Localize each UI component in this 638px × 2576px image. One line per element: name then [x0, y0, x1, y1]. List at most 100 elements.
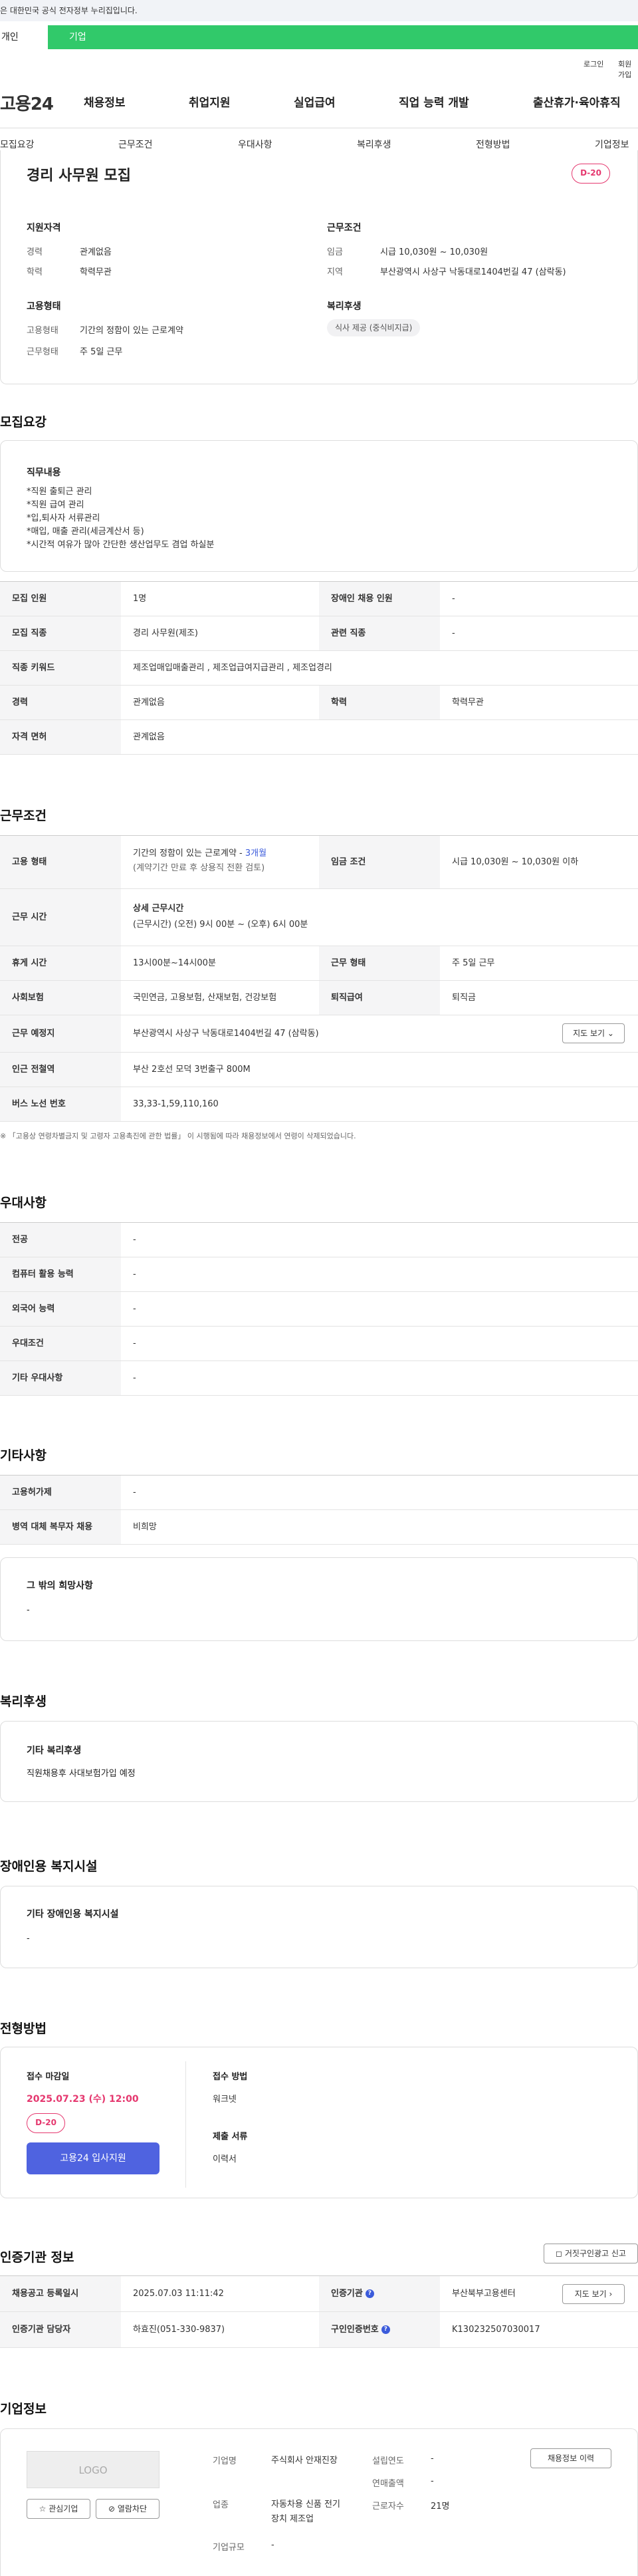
employee-value: 21명: [431, 2502, 450, 2512]
row-value: 13시00분~14시00분: [133, 958, 216, 968]
cert-number-label: 구인인증번호: [331, 2325, 379, 2335]
tab-work[interactable]: 근무조건: [118, 138, 153, 151]
map-button-label: 지도 보기: [574, 2289, 607, 2299]
recruit-section-title: 모집요강: [0, 415, 47, 430]
tab-company[interactable]: 기업: [69, 25, 86, 49]
method-value: 워크넷: [213, 2095, 237, 2105]
qual-title: 지원자격: [27, 223, 61, 233]
cert-agency-label: 인증기관: [331, 2289, 363, 2299]
emptype-value: 기간의 정함이 있는 근로계약: [80, 326, 183, 336]
table-row: 고용 형태 기간의 정함이 있는 근로계약 - 3개월 (계약기간 만료 후 상용…: [0, 836, 638, 889]
row-value: 상세 근무시간 (근무시간) (오전) 9시 00분 ~ (오후) 6시 00분: [121, 901, 308, 933]
worktype-value: 주 5일 근무: [80, 347, 123, 357]
region-label: 지역: [327, 267, 343, 277]
row-value: -: [133, 1339, 136, 1349]
edu-label: 학력: [27, 267, 43, 277]
gnb-item[interactable]: 실업급여: [294, 93, 336, 110]
row-header: 사회보험: [0, 981, 121, 1015]
row-value: -: [133, 1235, 136, 1245]
company-size-label: 기업규모: [213, 2543, 245, 2553]
table-row: 근무 시간 상세 근무시간 (근무시간) (오전) 9시 00분 ~ (오후) 6…: [0, 889, 638, 946]
info-icon[interactable]: ?: [381, 2325, 390, 2334]
company-section-title: 기업정보: [0, 2402, 47, 2416]
deadline-label: 접수 마감일: [27, 2072, 70, 2082]
screen-card: [0, 2047, 638, 2198]
row-value: 국민연금, 고용보험, 산재보험, 건강보험: [133, 993, 277, 1003]
row-value: -: [452, 628, 455, 638]
report-button-label: 거짓구인광고 신고: [564, 2249, 626, 2258]
gnb-item[interactable]: 직업 능력 개발: [399, 93, 469, 110]
wage-value: 시급 10,030원 ~ 10,030원: [380, 247, 488, 257]
age-notice-text: 「고용상 연령차별금지 및 고령자 고용촉진에 관한 법률」 이 시행됨에 따라…: [8, 1132, 356, 1140]
disab-card: [0, 1886, 638, 1968]
welfare-card: [0, 1721, 638, 1802]
tab-personal[interactable]: 개인: [0, 25, 48, 49]
row-value: 경리 사무원(제조): [133, 628, 198, 638]
apply-button[interactable]: 고용24 입사지원: [27, 2142, 160, 2174]
tab-pref[interactable]: 우대사항: [238, 138, 272, 151]
tab-screen[interactable]: 전형방법: [476, 138, 510, 151]
company-biz-label: 업종: [213, 2500, 229, 2510]
top-nav: 개인 기업: [0, 25, 638, 49]
time-subtitle: 상세 근무시간: [133, 904, 184, 914]
chevron-down-icon: ⌄: [607, 1029, 614, 1038]
report-button[interactable]: ◻ 거짓구인광고 신고: [544, 2244, 638, 2263]
info-icon[interactable]: ?: [365, 2289, 374, 2298]
login-link[interactable]: 로그인: [584, 59, 603, 69]
row-value: 주 5일 근무: [452, 958, 495, 968]
tab-recruit[interactable]: 모집요강: [0, 138, 35, 151]
history-button[interactable]: 채용정보 이력: [530, 2448, 611, 2468]
duty-content: *직원 출퇴근 관리 *직원 급여 관리 *입,퇴사자 서류관리 *매입, 매출…: [27, 485, 214, 552]
est-value: -: [431, 2454, 434, 2464]
duty-line: *매입, 매출 관리(세금계산서 등): [27, 527, 144, 537]
row-header: 경력: [0, 686, 121, 719]
site-logo[interactable]: 고용24: [0, 90, 54, 115]
duty-line: *입,퇴사자 서류관리: [27, 513, 100, 523]
pref-section-title: 우대사항: [0, 1196, 47, 1210]
cert-section-title: 인증기관 정보: [0, 2250, 74, 2265]
welfare-tag: 식사 제공 (중식비지급): [327, 319, 421, 336]
gnb-item[interactable]: 출산휴가·육아휴직: [533, 93, 621, 110]
table-row: 기타 우대사항 -: [0, 1361, 638, 1396]
row-value: 부산북부고용센터: [452, 2289, 516, 2299]
row-value: -: [452, 594, 455, 604]
tab-company-info[interactable]: 기업정보: [595, 138, 629, 151]
welfare-section-title: 복리후생: [0, 1694, 47, 1709]
map-button[interactable]: 지도 보기 ⌄: [562, 1023, 625, 1043]
table-row: 컴퓨터 활용 능력 -: [0, 1257, 638, 1292]
company-name-value: 주식회사 안재진장: [271, 2456, 338, 2466]
row-value: 기간의 정함이 있는 근로계약 - 3개월 (계약기간 만료 후 상용직 전환 검…: [121, 846, 266, 876]
divider: [185, 2061, 186, 2188]
row-header: 채용공고 등록일시: [0, 2276, 121, 2311]
gnb-item[interactable]: 취업지원: [189, 93, 231, 110]
row-header: 구인인증번호?: [319, 2312, 440, 2347]
job-title: 경리 사무원 모집: [27, 168, 131, 184]
map-button-label: 지도 보기: [573, 1029, 605, 1038]
gov-banner: 이 누리집은 대한민국 공식 전자정부 누리집입니다.: [0, 0, 638, 21]
row-header: 외국어 능력: [0, 1292, 121, 1326]
join-link[interactable]: 회원가입: [618, 59, 638, 80]
gnb-item[interactable]: 채용정보: [84, 93, 126, 110]
row-header: 자격 면허: [0, 720, 121, 754]
row-header: 우대조건: [0, 1327, 121, 1360]
row-header: 컴퓨터 활용 능력: [0, 1257, 121, 1291]
row-header: 인근 전철역: [0, 1053, 121, 1087]
row-value: 33,33-1,59,110,160: [133, 1099, 219, 1109]
docs-value: 이력서: [213, 2154, 237, 2164]
disab-box-title: 기타 장애인용 복지시설: [27, 1909, 119, 1920]
emp-title: 고용형태: [27, 301, 61, 312]
favorite-button[interactable]: ☆ 관심기업: [27, 2499, 90, 2519]
map-button[interactable]: 지도 보기 ›: [562, 2284, 625, 2304]
employee-label: 근로자수: [372, 2502, 404, 2512]
row-value: K130232507030017: [452, 2325, 540, 2335]
table-row: 우대조건 -: [0, 1327, 638, 1361]
block-button[interactable]: ⊘ 열람차단: [96, 2499, 160, 2519]
row-value: 2025.07.03 11:11:42: [133, 2289, 224, 2299]
welfare-title: 복리후생: [327, 301, 362, 312]
star-icon: ☆: [39, 2504, 47, 2513]
table-row: 자격 면허 관계없음: [0, 720, 638, 755]
emp-type-text: 기간의 정함이 있는 근로계약 -: [133, 848, 245, 858]
row-header: 임금 조건: [319, 836, 440, 888]
tab-welfare[interactable]: 복리후생: [357, 138, 391, 151]
emptype-label: 고용형태: [27, 326, 58, 336]
